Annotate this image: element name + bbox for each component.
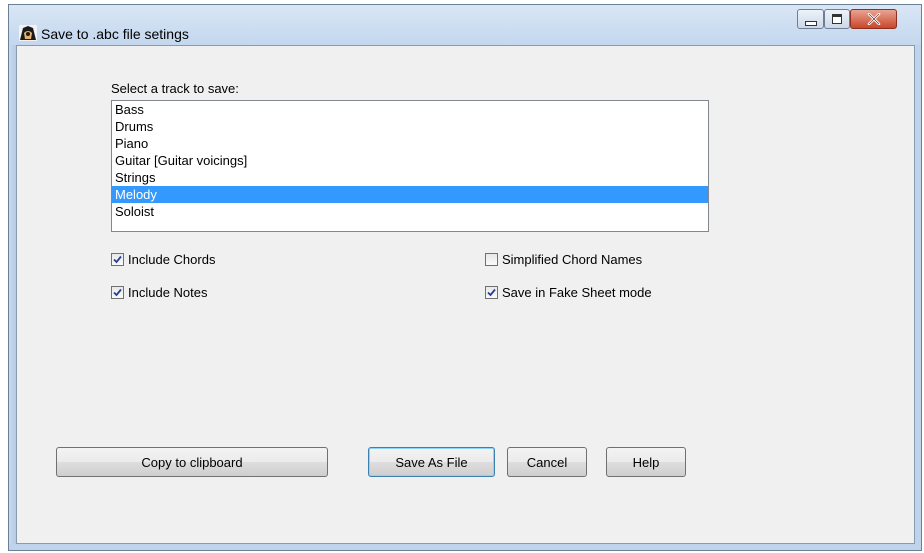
close-icon	[867, 13, 880, 25]
minimize-icon	[804, 20, 817, 26]
track-item-piano[interactable]: Piano	[112, 135, 708, 152]
checkmark-icon	[113, 255, 122, 264]
track-item-drums[interactable]: Drums	[112, 118, 708, 135]
include-chords-box[interactable]	[111, 253, 124, 266]
track-listbox[interactable]: Bass Drums Piano Guitar [Guitar voicings…	[111, 100, 709, 232]
app-icon	[19, 25, 37, 41]
window-bottom-border	[9, 544, 921, 550]
track-item-melody[interactable]: Melody	[112, 186, 708, 203]
include-chords-label: Include Chords	[128, 252, 216, 267]
simplified-chord-names-checkbox[interactable]: Simplified Chord Names	[485, 252, 642, 267]
title-bar[interactable]: Save to .abc file setings	[9, 5, 921, 45]
maximize-icon	[832, 14, 842, 24]
window-left-border	[9, 45, 16, 544]
close-button[interactable]	[850, 9, 897, 29]
track-item-bass[interactable]: Bass	[112, 101, 708, 118]
minimize-button[interactable]	[797, 9, 824, 29]
include-chords-checkbox[interactable]: Include Chords	[111, 252, 215, 267]
window-right-border	[915, 45, 921, 544]
dialog-content: Select a track to save: Bass Drums Piano…	[16, 45, 915, 544]
track-item-guitar[interactable]: Guitar [Guitar voicings]	[112, 152, 708, 169]
track-item-soloist[interactable]: Soloist	[112, 203, 708, 220]
fake-sheet-mode-box[interactable]	[485, 286, 498, 299]
copy-to-clipboard-button[interactable]: Copy to clipboard	[56, 447, 328, 477]
track-item-strings[interactable]: Strings	[112, 169, 708, 186]
window-title: Save to .abc file setings	[41, 26, 189, 42]
simplified-chord-names-label: Simplified Chord Names	[502, 252, 643, 267]
dialog-window: Save to .abc file setings Select a track…	[8, 4, 922, 551]
include-notes-box[interactable]	[111, 286, 124, 299]
include-notes-label: Include Notes	[128, 285, 208, 300]
checkmark-icon	[487, 288, 496, 297]
fake-sheet-mode-label: Save in Fake Sheet mode	[502, 285, 652, 300]
help-button[interactable]: Help	[606, 447, 686, 477]
maximize-button[interactable]	[824, 9, 850, 29]
save-as-file-button[interactable]: Save As File	[368, 447, 495, 477]
simplified-chord-names-box[interactable]	[485, 253, 498, 266]
checkmark-icon	[113, 288, 122, 297]
cancel-button[interactable]: Cancel	[507, 447, 587, 477]
track-select-label: Select a track to save:	[111, 81, 239, 96]
fake-sheet-mode-checkbox[interactable]: Save in Fake Sheet mode	[485, 285, 652, 300]
include-notes-checkbox[interactable]: Include Notes	[111, 285, 208, 300]
